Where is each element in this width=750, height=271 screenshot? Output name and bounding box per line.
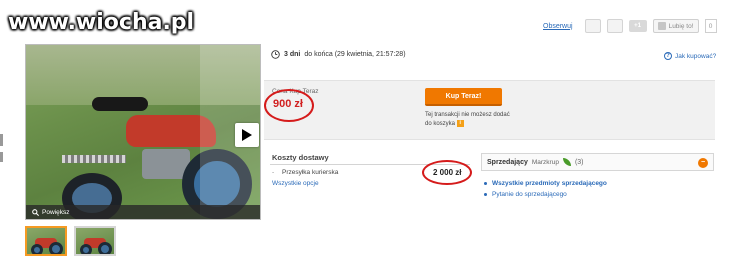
buy-now-button[interactable]: Kup Teraz! [425,88,502,106]
thumb-wheel [80,244,92,254]
expand-icon[interactable]: − [698,158,708,168]
play-icon [242,129,252,141]
facebook-icon [657,22,666,30]
clock-icon [271,50,280,59]
seller-items-label: Wszystkie przedmioty sprzedającego [492,180,607,187]
facebook-like-label: Lubię to! [668,22,694,30]
auction-page: www.wiocha.pl Obserwuj +1 Lubię to! 0 Po… [0,0,750,271]
ask-seller-label: Pytanie do sprzedającego [492,191,567,198]
thumbnail-strip [25,226,116,256]
bullet-icon [484,192,487,196]
watermark: www.wiocha.pl [8,10,195,35]
thumb-wheel [49,242,63,254]
mail-icon[interactable] [584,19,601,33]
all-options-link[interactable]: Wszystkie opcje [272,180,319,187]
seller-items-link[interactable]: Wszystkie przedmioty sprzedającego [484,178,607,189]
how-to-buy-label: Jak kupować? [675,52,717,60]
shipping-title: Koszty dostawy [272,153,329,162]
scroll-marker [0,152,3,162]
seller-label: Sprzedający [487,158,528,166]
shipping-option: - Przesyłka kurierska [272,169,338,176]
google-plus-button[interactable]: +1 [628,20,647,32]
zoom-label: Powiększ [42,208,70,216]
info-icon[interactable]: i [456,120,464,127]
seller-box: Sprzedający Marzkrup (3) − [481,153,714,171]
social-bar: Obserwuj +1 Lubię to! 0 [543,18,717,34]
leaf-icon [562,158,571,166]
facebook-like-count: 0 [704,19,717,33]
seller-links: Wszystkie przedmioty sprzedającego Pytan… [484,178,607,200]
shipping-option-label: Przesyłka kurierska [281,169,339,176]
seller-rating-count[interactable]: (3) [575,159,584,166]
annotation-circle [422,160,472,185]
photo-bike-rack [62,155,126,163]
magnifier-icon [32,208,39,216]
cart-note-text: Tej transakcji nie możesz dodać do koszy… [425,112,510,128]
time-days: 3 dni [284,51,301,58]
thumb-wheel [98,242,112,254]
seller-name[interactable]: Marzkrup [532,159,559,166]
observe-link[interactable]: Obserwuj [543,23,573,30]
main-photo[interactable]: Powiększ [25,44,261,220]
zoom-bar[interactable]: Powiększ [26,205,260,219]
thumb-wheel [31,244,43,254]
thumbnail[interactable] [25,226,67,256]
facebook-like-button[interactable]: Lubię to! [652,19,699,33]
shipping-dash: - [272,169,275,176]
photo-bike-seat [92,97,148,111]
cart-note: Tej transakcji nie możesz dodać do koszy… [425,111,515,129]
ask-seller-link[interactable]: Pytanie do sprzedającego [484,189,607,200]
annotation-circle [264,89,314,122]
scroll-marker [0,134,3,146]
share-icon[interactable] [606,19,623,33]
how-to-buy-link[interactable]: ? Jak kupować? [664,52,716,60]
thumbnail[interactable] [74,226,116,256]
time-end: do końca (29 kwietnia, 21:57:28) [304,51,406,58]
time-remaining: 3 dni do końca (29 kwietnia, 21:57:28) [271,50,406,59]
help-icon: ? [664,52,672,60]
next-photo-button[interactable] [235,123,259,147]
bullet-icon [484,181,487,185]
